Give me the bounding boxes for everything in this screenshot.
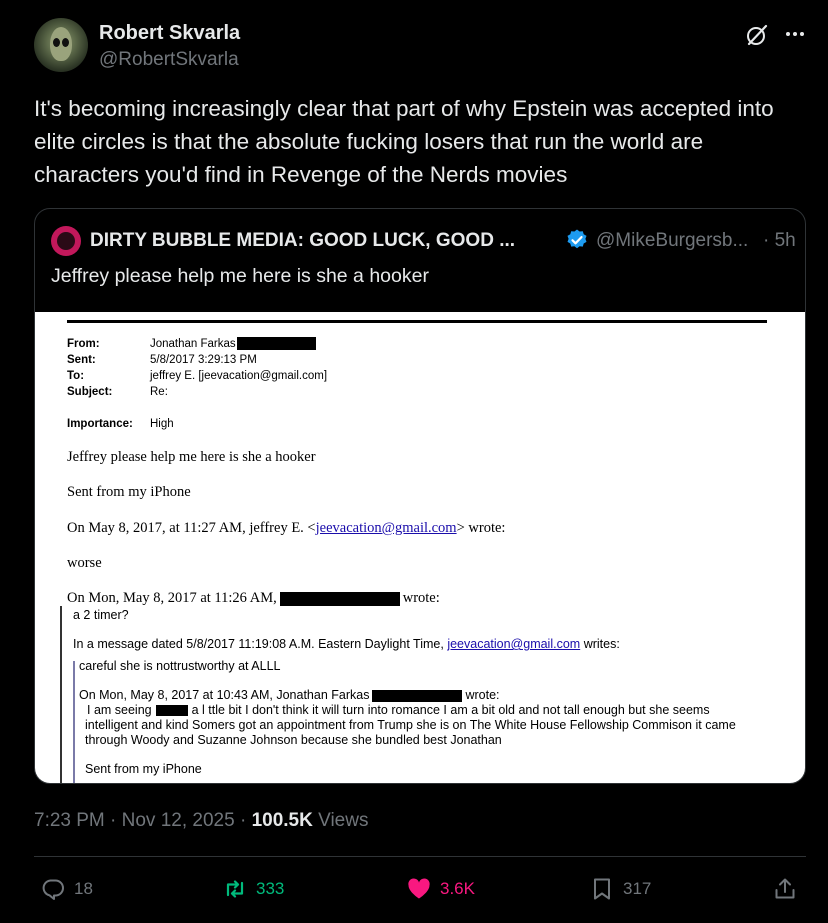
share-icon: [775, 878, 795, 899]
email-reply-body: intelligent and kind Somers got an appoi…: [85, 718, 736, 732]
email-reply-header: On Mon, May 8, 2017 at 11:26 AM, wrote:: [67, 590, 440, 606]
email-link[interactable]: jeevacation@gmail.com: [316, 520, 457, 536]
reply-count: 18: [74, 879, 93, 898]
author-name[interactable]: Robert Skvarla: [99, 22, 240, 45]
email-signature: Sent from my iPhone: [85, 762, 202, 776]
tweet-timestamp[interactable]: 7:23 PM · Nov 12, 2025 ·: [34, 810, 246, 831]
more-options-icon[interactable]: [782, 21, 808, 47]
like-button[interactable]: 3.6K: [406, 874, 475, 904]
quoted-author-avatar[interactable]: [51, 226, 81, 256]
email-sent-label: Sent:: [67, 354, 96, 366]
email-reply-body: worse: [67, 555, 102, 571]
grok-icon[interactable]: [744, 22, 770, 48]
email-subject-label: Subject:: [67, 386, 113, 398]
email-link[interactable]: jeevacation@gmail.com: [447, 637, 580, 651]
author-handle[interactable]: @RobertSkvarla: [99, 49, 239, 71]
author-avatar[interactable]: [34, 18, 88, 72]
email-to-label: To:: [67, 370, 85, 382]
email-reply-header: On Mon, May 8, 2017 at 10:43 AM, Jonatha…: [79, 688, 500, 702]
bookmark-button[interactable]: 317: [589, 874, 651, 904]
email-from-label: From:: [67, 338, 100, 350]
email-reply-body: careful she is nottrustworthy at ALLL: [79, 659, 281, 673]
email-importance-label: Importance:: [67, 418, 133, 430]
like-count: 3.6K: [440, 879, 475, 898]
email-signature: Sent from my iPhone: [67, 484, 191, 500]
email-subject-value: Re:: [150, 386, 168, 398]
email-body-line: Jeffrey please help me here is she a hoo…: [67, 449, 316, 465]
email-from-value: Jonathan Farkas: [150, 338, 236, 350]
tweet-header: Robert Skvarla @RobertSkvarla: [34, 18, 810, 74]
email-importance-value: High: [150, 418, 174, 430]
email-reply-header: On May 8, 2017, at 11:27 AM, jeffrey E. …: [67, 520, 506, 536]
quoted-author-handle[interactable]: @MikeBurgersb...: [596, 230, 748, 252]
divider: [34, 856, 806, 857]
bookmark-icon: [594, 878, 610, 900]
redaction-bar: [237, 337, 316, 350]
quoted-tweet[interactable]: DIRTY BUBBLE MEDIA: GOOD LUCK, GOOD ... …: [34, 208, 806, 784]
email-top-rule: [67, 320, 767, 323]
quoted-tweet-header: DIRTY BUBBLE MEDIA: GOOD LUCK, GOOD ... …: [51, 226, 796, 256]
redaction-bar: [372, 689, 463, 702]
redaction-bar: [155, 705, 188, 717]
redaction-bar: [279, 591, 400, 606]
heart-icon: [408, 878, 430, 899]
repost-icon: [226, 880, 244, 898]
email-to-value: jeffrey E. [jeevacation@gmail.com]: [150, 370, 328, 382]
email-sent-value: 5/8/2017 3:29:13 PM: [150, 354, 257, 366]
email-reply-header: In a message dated 5/8/2017 11:19:08 A.M…: [73, 637, 620, 651]
tweet-text: It's becoming increasingly clear that pa…: [34, 96, 774, 187]
quoted-author-name[interactable]: DIRTY BUBBLE MEDIA: GOOD LUCK, GOOD ...: [90, 230, 515, 252]
verified-badge-icon: [567, 229, 587, 249]
views-label: Views: [318, 810, 369, 831]
quote-bar: [60, 606, 62, 783]
quoted-timestamp[interactable]: · 5h: [763, 230, 796, 252]
reply-icon: [42, 879, 64, 900]
views-count: 100.5K: [251, 810, 313, 831]
repost-button[interactable]: 333: [222, 874, 284, 904]
email-reply-body: through Woody and Suzanne Johnson becaus…: [85, 733, 502, 747]
repost-count: 333: [256, 879, 285, 898]
tweet-meta: 7:23 PM · Nov 12, 2025 · 100.5K Views: [34, 810, 368, 832]
quote-bar: [73, 661, 75, 783]
bookmark-count: 317: [623, 879, 652, 898]
quoted-tweet-text: Jeffrey please help me here is she a hoo…: [51, 265, 429, 287]
email-reply-body: I am seeing a l ttle bit I don't think it…: [87, 703, 710, 717]
email-screenshot-image[interactable]: From: Jonathan Farkas Sent: 5/8/2017 3:2…: [35, 312, 805, 783]
reply-button[interactable]: 18: [40, 874, 93, 904]
email-reply-body: a 2 timer?: [73, 608, 129, 622]
share-button[interactable]: [772, 874, 806, 904]
